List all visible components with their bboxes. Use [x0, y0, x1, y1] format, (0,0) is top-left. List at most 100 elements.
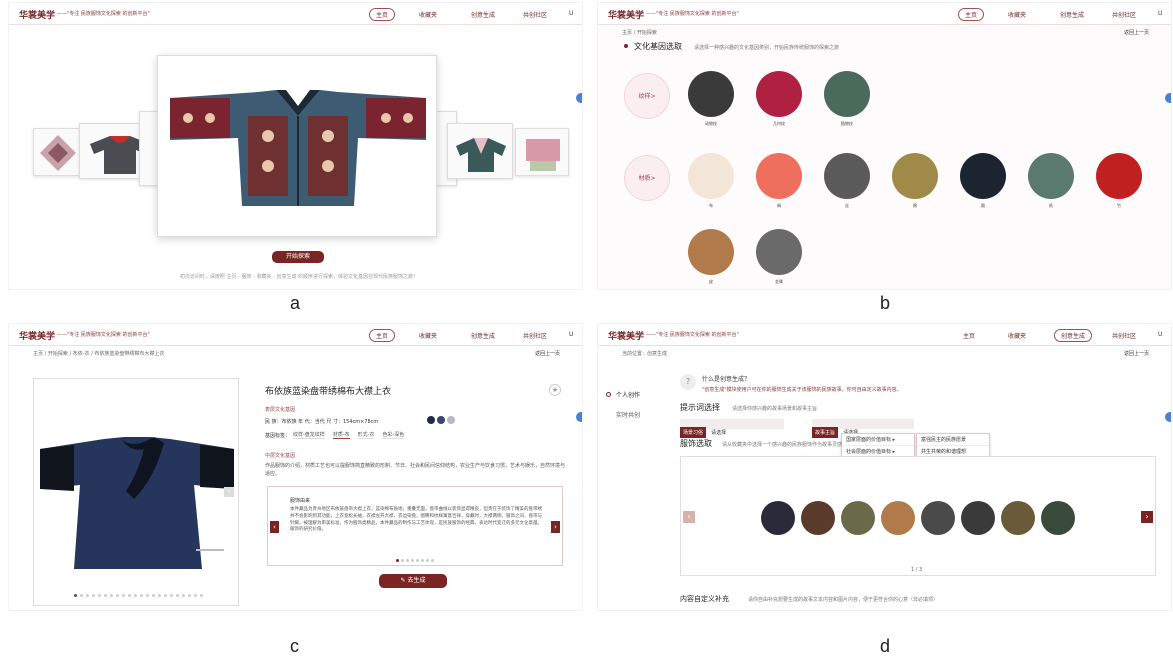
gallery-dot[interactable] — [164, 594, 167, 597]
gallery-dot[interactable] — [158, 594, 161, 597]
breadcrumb[interactable]: 当前位置：创意生成 — [622, 350, 667, 357]
gallery-dot[interactable] — [86, 594, 89, 597]
material-option[interactable] — [688, 229, 734, 275]
pattern-option[interactable] — [756, 71, 802, 117]
material-option[interactable] — [824, 153, 870, 199]
scene-select[interactable]: 场景习俗 请选择 — [680, 419, 784, 438]
theme-menu-item[interactable]: 国家层面的价值目标 ▸ — [842, 434, 914, 446]
card-dot[interactable] — [431, 559, 434, 562]
theme-select[interactable]: 故事主旨 请选择 — [812, 419, 914, 438]
generate-button[interactable]: ✎ 去生成 — [379, 574, 447, 588]
card-dot[interactable] — [396, 559, 399, 562]
gallery-dot[interactable] — [128, 594, 131, 597]
gallery-next-icon[interactable]: › — [224, 487, 234, 497]
material-option[interactable] — [960, 153, 1006, 199]
nav-favorites[interactable]: 收藏夹 — [419, 331, 437, 340]
back-link[interactable]: 返回上一页 — [1124, 29, 1149, 36]
group-pattern[interactable]: 纹样> — [624, 73, 670, 119]
nav-favorites[interactable]: 收藏夹 — [1008, 10, 1026, 19]
minus-icon[interactable] — [576, 93, 582, 103]
gallery-dot[interactable] — [134, 594, 137, 597]
breadcrumb[interactable]: 主页 / 开始探索 — [622, 29, 657, 36]
carousel-next-icon[interactable]: › — [1141, 511, 1153, 523]
carousel-main-item[interactable] — [157, 55, 437, 237]
nav-community[interactable]: 共创社区 — [523, 331, 547, 340]
card-prev-icon[interactable]: ‹ — [270, 521, 279, 533]
gallery-dot[interactable] — [182, 594, 185, 597]
minus-icon[interactable] — [576, 412, 582, 422]
star-icon[interactable]: ★ — [549, 384, 561, 396]
material-option[interactable] — [688, 153, 734, 199]
material-option[interactable] — [1096, 153, 1142, 199]
gallery-dot[interactable] — [110, 594, 113, 597]
nav-home[interactable]: 主页 — [963, 331, 975, 340]
gene-tag[interactable]: 材质-布 — [332, 431, 350, 439]
side-personal[interactable]: 个人创作 — [616, 390, 640, 399]
nav-home[interactable]: 主页 — [369, 329, 396, 342]
back-link[interactable]: 返回上一页 — [1124, 350, 1149, 357]
gallery-dot[interactable] — [104, 594, 107, 597]
nav-home[interactable]: 主页 — [369, 8, 396, 21]
gallery-dot[interactable] — [98, 594, 101, 597]
site-logo[interactable]: 华裳美学 — [19, 8, 55, 21]
start-explore-button[interactable]: 开始探索 — [272, 251, 324, 263]
site-logo[interactable]: 华裳美学 — [608, 329, 644, 342]
gene-tag[interactable]: 形式-衣 — [357, 431, 375, 439]
site-logo[interactable]: 华裳美学 — [608, 8, 644, 21]
breadcrumb[interactable]: 主页 / 开始探索 / 布依-衣 / 布依族蓝染盘带绣棉布大襟上衣 — [33, 350, 164, 357]
carousel-thumb[interactable] — [515, 128, 569, 176]
gallery-dot[interactable] — [122, 594, 125, 597]
pattern-option[interactable] — [824, 71, 870, 117]
gallery-dot[interactable] — [176, 594, 179, 597]
card-dot[interactable] — [406, 559, 409, 562]
nav-user[interactable]: U — [569, 10, 573, 17]
pattern-option[interactable] — [688, 71, 734, 117]
clothing-option[interactable] — [1001, 501, 1035, 535]
card-next-icon[interactable]: › — [551, 521, 560, 533]
clothing-option[interactable] — [881, 501, 915, 535]
nav-user[interactable]: U — [569, 331, 573, 338]
clothing-option[interactable] — [761, 501, 795, 535]
gallery-dot[interactable] — [92, 594, 95, 597]
card-dot[interactable] — [401, 559, 404, 562]
side-cocreate[interactable]: 实时共创 — [616, 410, 640, 419]
minus-icon[interactable] — [1165, 93, 1171, 103]
gallery-dot[interactable] — [80, 594, 83, 597]
card-dot[interactable] — [416, 559, 419, 562]
gallery-dot[interactable] — [194, 594, 197, 597]
site-logo[interactable]: 华裳美学 — [19, 329, 55, 342]
nav-creative[interactable]: 创意生成 — [1054, 329, 1093, 342]
material-option[interactable] — [756, 229, 802, 275]
minus-icon[interactable] — [1165, 412, 1171, 422]
carousel-thumb[interactable] — [33, 128, 81, 176]
card-dot[interactable] — [421, 559, 424, 562]
radio-icon[interactable] — [606, 392, 611, 397]
gallery-dot[interactable] — [74, 594, 77, 597]
card-dot[interactable] — [426, 559, 429, 562]
nav-favorites[interactable]: 收藏夹 — [419, 10, 437, 19]
nav-user[interactable]: U — [1158, 10, 1162, 17]
nav-favorites[interactable]: 收藏夹 — [1008, 331, 1026, 340]
back-link[interactable]: 返回上一页 — [535, 350, 560, 357]
nav-creative[interactable]: 创意生成 — [1060, 10, 1084, 19]
material-option[interactable] — [1028, 153, 1074, 199]
nav-home[interactable]: 主页 — [958, 8, 985, 21]
material-option[interactable] — [756, 153, 802, 199]
material-option[interactable] — [892, 153, 938, 199]
gene-tag[interactable]: 色彩-深色 — [382, 431, 405, 439]
gallery-dot[interactable] — [116, 594, 119, 597]
group-material[interactable]: 材质> — [624, 155, 670, 201]
gene-tag[interactable]: 纹样-盘龙纹样 — [293, 431, 325, 439]
clothing-option[interactable] — [921, 501, 955, 535]
gallery-dot[interactable] — [170, 594, 173, 597]
nav-community[interactable]: 共创社区 — [1112, 10, 1136, 19]
carousel-thumb[interactable] — [447, 123, 513, 179]
nav-community[interactable]: 共创社区 — [523, 10, 547, 19]
nav-community[interactable]: 共创社区 — [1112, 331, 1136, 340]
gallery-dot[interactable] — [200, 594, 203, 597]
card-dot[interactable] — [411, 559, 414, 562]
gallery-dot[interactable] — [146, 594, 149, 597]
nav-creative[interactable]: 创意生成 — [471, 331, 495, 340]
nav-creative[interactable]: 创意生成 — [471, 10, 495, 19]
carousel-prev-icon[interactable]: ‹ — [683, 511, 695, 523]
